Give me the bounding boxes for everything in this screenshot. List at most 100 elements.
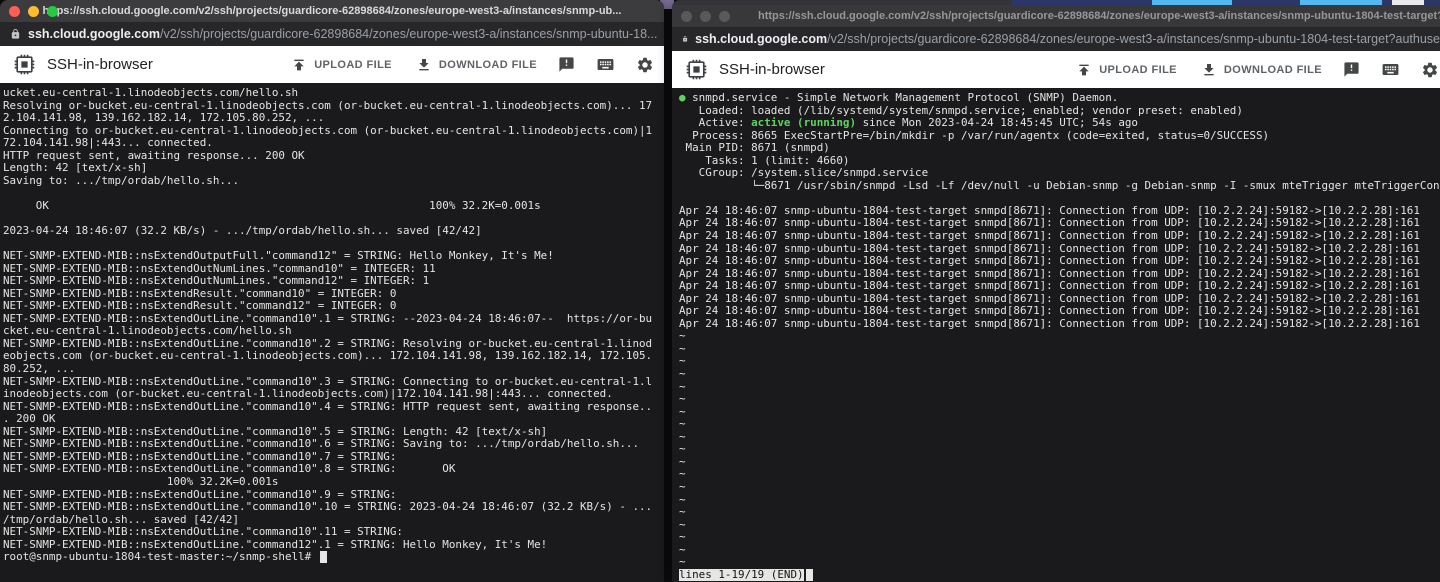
url-domain: ssh.cloud.google.com	[28, 27, 160, 41]
settings-button[interactable]	[636, 56, 654, 74]
download-icon	[1201, 62, 1217, 78]
terminal-line: NET-SNMP-EXTEND-MIB::nsExtendResult."com…	[3, 300, 664, 313]
browser-window-master: https://ssh.cloud.google.com/v2/ssh/proj…	[0, 0, 664, 582]
terminal-cursor	[320, 551, 327, 563]
terminal-line: NET-SNMP-EXTEND-MIB::nsExtendOutLine."co…	[3, 401, 664, 414]
terminal-line: NET-SNMP-EXTEND-MIB::nsExtendOutLine."co…	[3, 539, 664, 552]
url-domain: ssh.cloud.google.com	[695, 32, 827, 46]
feedback-icon	[1343, 61, 1360, 78]
terminal-line	[3, 187, 664, 200]
service-active-line: Active: active (running) since Mon 2023-…	[679, 117, 1440, 130]
terminal-line: ~	[679, 368, 1440, 381]
terminal-prompt-line: root@snmp-ubuntu-1804-test-master:~/snmp…	[3, 551, 664, 564]
terminal-line: OK 100% 32.2K=0.001s	[3, 200, 664, 213]
terminal-line: . 200 OK	[3, 413, 664, 426]
keyboard-shortcuts-button[interactable]	[1381, 60, 1400, 79]
terminal-line: Apr 24 18:46:07 snmp-ubuntu-1804-test-ta…	[679, 280, 1440, 293]
terminal-line: ~	[679, 494, 1440, 507]
app-title: SSH-in-browser	[47, 56, 153, 73]
upload-file-button[interactable]: UPLOAD FILE	[291, 57, 392, 73]
terminal-line: ~	[679, 381, 1440, 394]
terminal-line: Apr 24 18:46:07 snmp-ubuntu-1804-test-ta…	[679, 217, 1440, 230]
terminal-line: Apr 24 18:46:07 snmp-ubuntu-1804-test-ta…	[679, 205, 1440, 218]
shell-prompt: root@snmp-ubuntu-1804-test-master:~/snmp…	[3, 551, 318, 563]
download-file-button[interactable]: DOWNLOAD FILE	[416, 57, 537, 73]
terminal-line: NET-SNMP-EXTEND-MIB::nsExtendOutNumLines…	[3, 263, 664, 276]
close-window-button[interactable]	[9, 6, 20, 17]
terminal-line: Apr 24 18:46:07 snmp-ubuntu-1804-test-ta…	[679, 268, 1440, 281]
terminal-line: NET-SNMP-EXTEND-MIB::nsExtendOutLine."co…	[3, 489, 664, 502]
terminal-target[interactable]: ● snmpd.service - Simple Network Managem…	[672, 88, 1440, 582]
address-bar[interactable]: ssh.cloud.google.com/v2/ssh/projects/gua…	[672, 27, 1440, 51]
download-file-button[interactable]: DOWNLOAD FILE	[1201, 62, 1322, 78]
gear-icon	[1421, 61, 1439, 79]
settings-button[interactable]	[1421, 61, 1439, 79]
terminal-line: inodeobjects.com (or-bucket.eu-central-1…	[3, 388, 664, 401]
minimize-window-button[interactable]	[28, 6, 39, 17]
download-icon	[416, 57, 432, 73]
terminal-line: /tmp/ordab/hello.sh... saved [42/42]	[3, 514, 664, 527]
terminal-line: ~	[679, 556, 1440, 569]
terminal-line: Tasks: 1 (limit: 4660)	[679, 155, 1440, 168]
terminal-line: Apr 24 18:46:07 snmp-ubuntu-1804-test-ta…	[679, 305, 1440, 318]
window-titlebar[interactable]: https://ssh.cloud.google.com/v2/ssh/proj…	[0, 0, 664, 22]
window-titlebar[interactable]: https://ssh.cloud.google.com/v2/ssh/proj…	[672, 5, 1440, 27]
terminal-line: NET-SNMP-EXTEND-MIB::nsExtendOutLine."co…	[3, 451, 664, 464]
terminal-line: eobjects.com (or-bucket.eu-central-1.lin…	[3, 350, 664, 363]
terminal-line: ~	[679, 343, 1440, 356]
terminal-line: NET-SNMP-EXTEND-MIB::nsExtendOutLine."co…	[3, 426, 664, 439]
terminal-line: NET-SNMP-EXTEND-MIB::nsExtendOutLine."co…	[3, 376, 664, 389]
terminal-line: NET-SNMP-EXTEND-MIB::nsExtendOutLine."co…	[3, 526, 664, 539]
terminal-line: 2023-04-24 18:46:07 (32.2 KB/s) - .../tm…	[3, 225, 664, 238]
terminal-line: 100% 32.2K=0.001s	[3, 476, 664, 489]
lock-icon	[682, 33, 688, 45]
ssh-toolbar: SSH-in-browser UPLOAD FILE DOWNLOAD FILE	[672, 51, 1440, 88]
upload-file-label: UPLOAD FILE	[314, 59, 392, 71]
terminal-line: Process: 8665 ExecStartPre=/bin/mkdir -p…	[679, 130, 1440, 143]
terminal-line: NET-SNMP-EXTEND-MIB::nsExtendOutLine."co…	[3, 313, 664, 326]
download-file-label: DOWNLOAD FILE	[1224, 64, 1322, 76]
terminal-line: CGroup: /system.slice/snmpd.service	[679, 167, 1440, 180]
terminal-line: NET-SNMP-EXTEND-MIB::nsExtendOutLine."co…	[3, 463, 664, 476]
terminal-line: Apr 24 18:46:07 snmp-ubuntu-1804-test-ta…	[679, 255, 1440, 268]
service-name: snmpd.service - Simple Network Managemen…	[692, 92, 1118, 104]
url-path: /v2/ssh/projects/guardicore-62898684/zon…	[827, 32, 1440, 46]
ssh-toolbar: SSH-in-browser UPLOAD FILE DOWNLOAD FILE	[0, 46, 664, 83]
minimize-window-button[interactable]	[700, 11, 711, 22]
upload-icon	[1076, 62, 1092, 78]
terminal-line: ~	[679, 355, 1440, 368]
desktop: https://ssh.cloud.google.com/v2/ssh/proj…	[0, 0, 1440, 582]
terminal-line: ~	[679, 468, 1440, 481]
terminal-line: Main PID: 8671 (snmpd)	[679, 142, 1440, 155]
terminal-line: ~	[679, 456, 1440, 469]
feedback-button[interactable]	[558, 56, 575, 73]
terminal-line: ucket.eu-central-1.linodeobjects.com/hel…	[3, 87, 664, 100]
terminal-line: ~	[679, 431, 1440, 444]
terminal-line: Loaded: loaded (/lib/systemd/system/snmp…	[679, 105, 1440, 118]
gear-icon	[636, 56, 654, 74]
keyboard-shortcuts-button[interactable]	[596, 55, 615, 74]
terminal-line: NET-SNMP-EXTEND-MIB::nsExtendOutputFull.…	[3, 250, 664, 263]
terminal-line	[3, 212, 664, 225]
terminal-line: HTTP request sent, awaiting response... …	[3, 150, 664, 163]
terminal-line: NET-SNMP-EXTEND-MIB::nsExtendOutLine."co…	[3, 338, 664, 351]
upload-file-button[interactable]: UPLOAD FILE	[1076, 62, 1177, 78]
app-title: SSH-in-browser	[719, 61, 825, 78]
terminal-line: Apr 24 18:46:07 snmp-ubuntu-1804-test-ta…	[679, 293, 1440, 306]
close-window-button[interactable]	[681, 11, 692, 22]
terminal-line: ~	[679, 443, 1440, 456]
zoom-window-button[interactable]	[719, 11, 730, 22]
pager-status: lines 1-19/19 (END)	[679, 569, 804, 581]
address-bar[interactable]: ssh.cloud.google.com/v2/ssh/projects/gua…	[0, 22, 664, 46]
zoom-window-button[interactable]	[47, 6, 58, 17]
feedback-button[interactable]	[1343, 61, 1360, 78]
terminal-master[interactable]: ucket.eu-central-1.linodeobjects.com/hel…	[0, 83, 664, 582]
terminal-line: 72.104.141.98|:443... connected.	[3, 137, 664, 150]
terminal-line: ~	[679, 406, 1440, 419]
terminal-blank-line	[679, 192, 1440, 205]
cpu-chip-icon	[12, 52, 37, 77]
terminal-line: cket.eu-central-1.linodeobjects.com/hell…	[3, 325, 664, 338]
terminal-line: ~	[679, 418, 1440, 431]
terminal-line: ~	[679, 531, 1440, 544]
terminal-line: Length: 42 [text/x-sh]	[3, 162, 664, 175]
